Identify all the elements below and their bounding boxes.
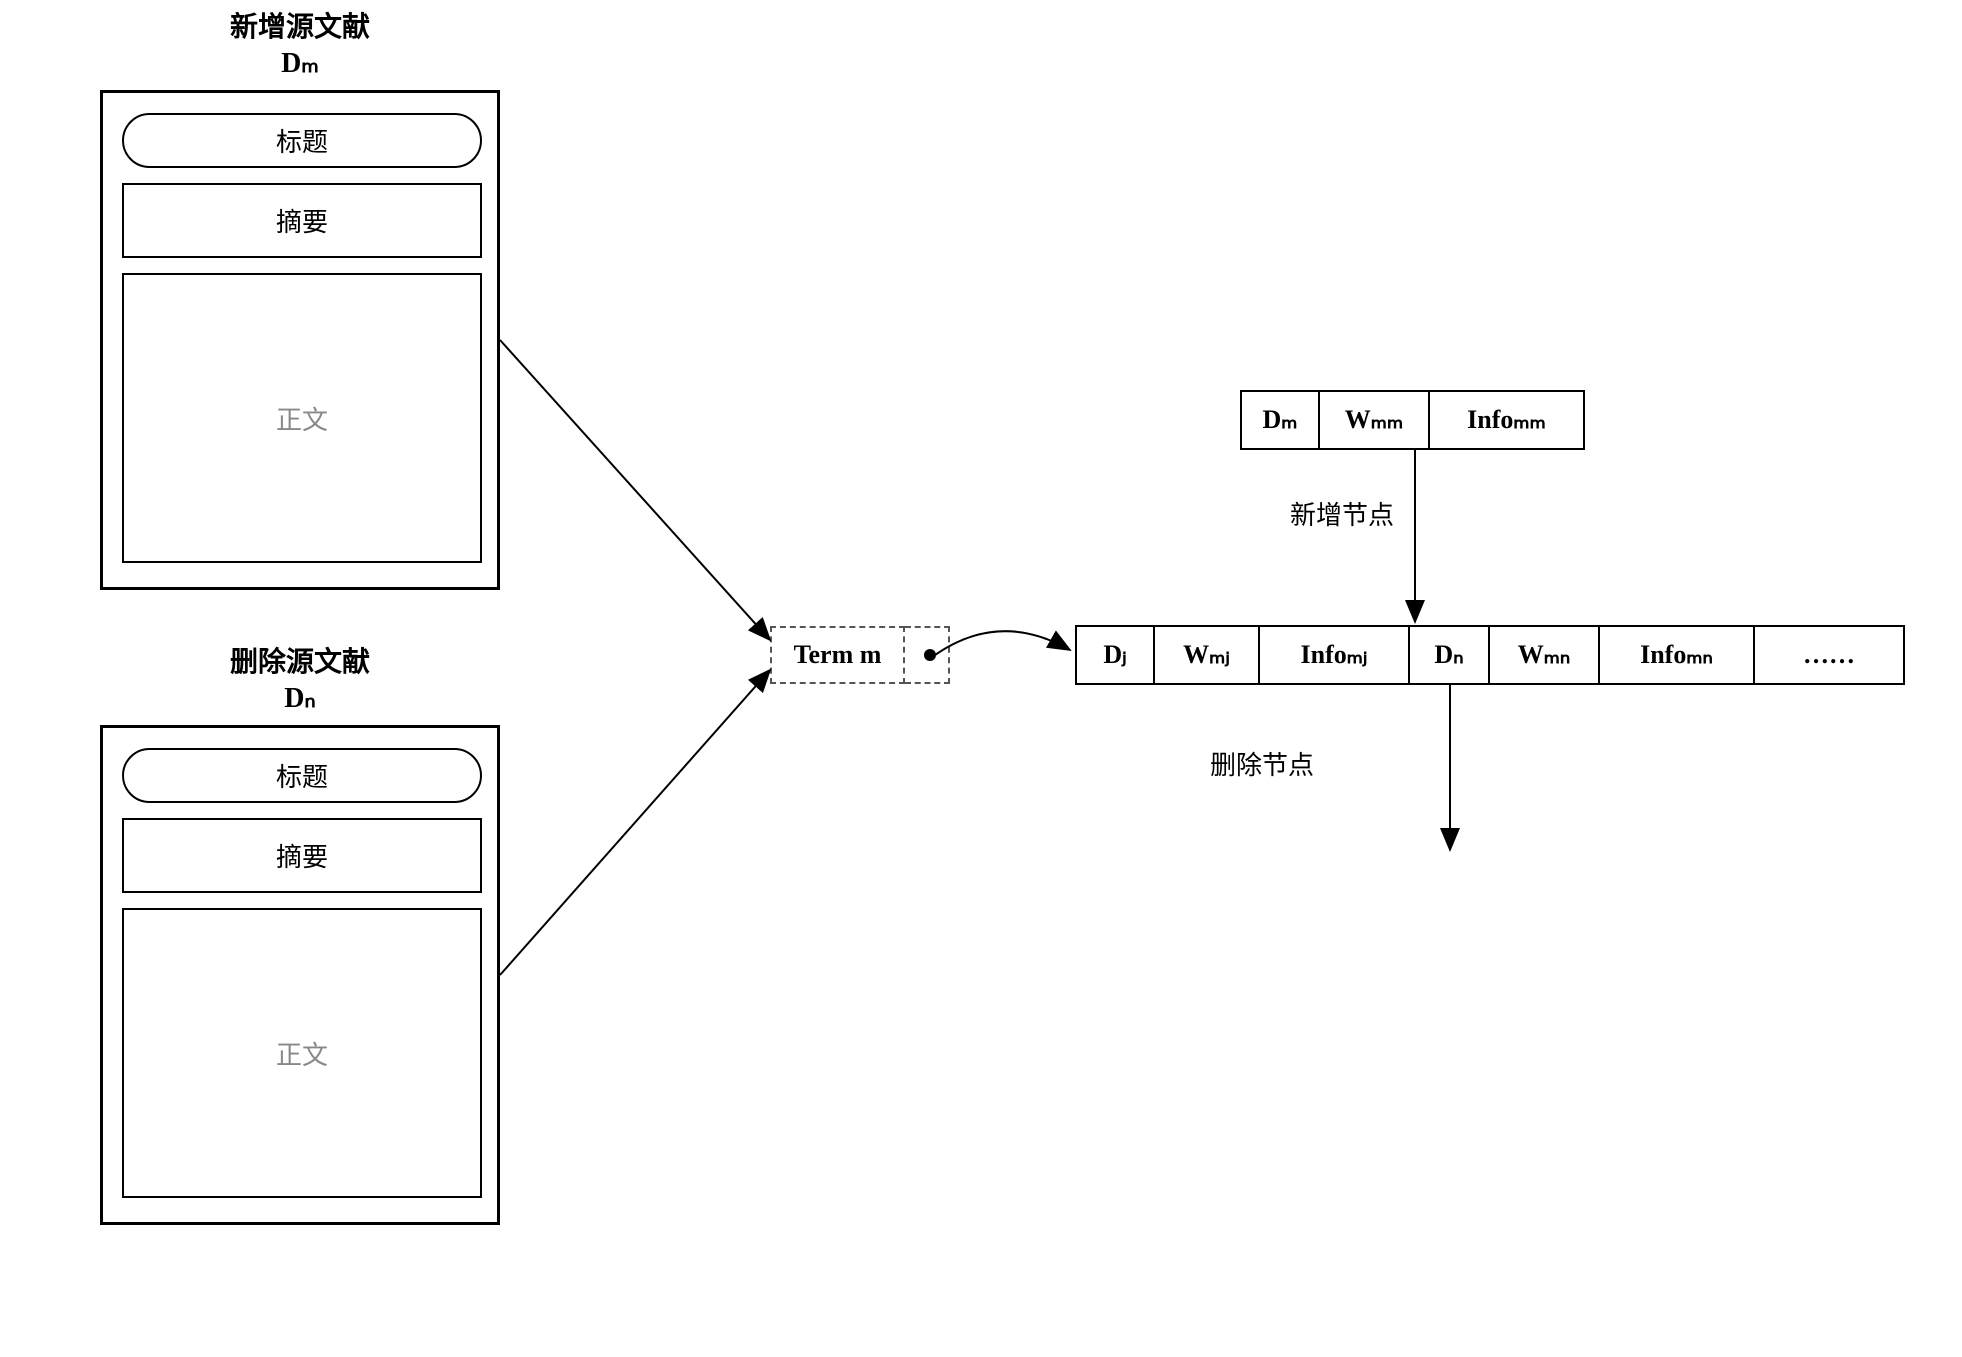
- term-pointer-dot: [924, 649, 936, 661]
- line-docn-to-term: [500, 670, 770, 975]
- curve-term-to-list: [935, 631, 1070, 655]
- connector-svg: [0, 0, 1962, 1357]
- line-docm-to-term: [500, 340, 770, 640]
